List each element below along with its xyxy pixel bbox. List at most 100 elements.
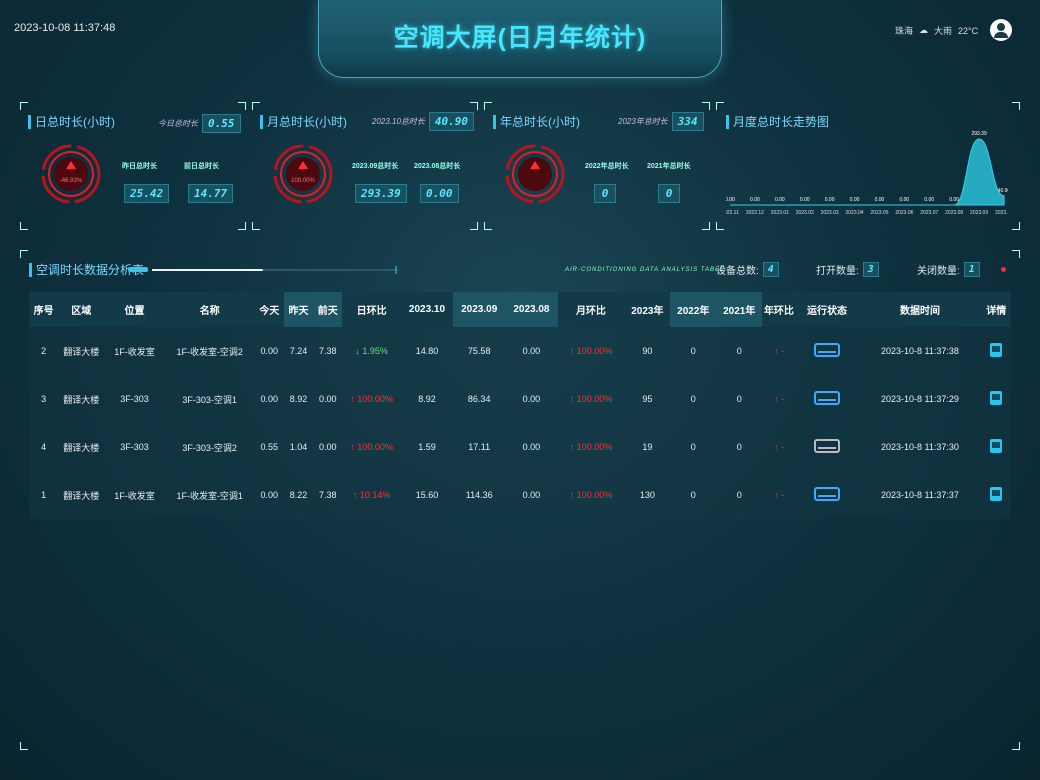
column-header: 详情 [981,292,1011,327]
table-cell: 14.80 [415,346,439,356]
table-cell: 3F-303-空调2 [182,442,237,453]
table-cell: 0.00 [318,442,337,452]
table-cell: 8.92 [289,394,308,404]
data-time-cell: 2023-10-8 11:37:38 [881,346,959,356]
column-header: 月环比 [557,292,625,327]
closed-count-label: 关闭数量: [917,266,960,277]
table-cell: 7.38 [318,346,337,356]
column-header: 2023.09 [453,292,506,327]
table-row: 2 翻译大楼 1F-收发室 1F-收发室-空调2 0.00 7.24 7.38 ↓ 1.95%… [29,327,1011,375]
detail-cell [982,375,1011,423]
year-prev1-label: 2022年总时长 [585,163,629,170]
open-count: 打开数量: 3 [816,262,879,277]
trend-x-tick-label: 2023.06 [895,210,913,216]
before-yesterday-value: 14.77 [188,184,234,203]
trend-value-label: 0.00 [924,197,934,203]
table-cell: 95 [642,394,653,404]
corner-decoration [252,222,260,230]
trend-chart: 0.00 2022.11 0.00 2022.12 0.00 2023.01 0.00 202… [726,131,1008,216]
table-cell: 0 [736,490,742,500]
corner-decoration [1012,222,1020,230]
yearly-ratio-cell: ↑ - [773,490,784,500]
year-prev2-value: 0 [658,184,680,203]
monthly-ratio-cell: ↑ 100.00% [569,394,613,404]
table-cell: 0 [690,442,696,452]
table-row: 4 翻译大楼 3F-303 3F-303-空调2 0.55 1.04 0.00 ↑ 100.0… [29,423,1011,471]
trend-value-label: 0.00 [949,197,959,203]
table-cell: 17.11 [468,442,491,452]
table-cell: 翻译大楼 [63,442,100,453]
trend-x-tick-label: 2023.07 [920,210,938,216]
table-row: 1 翻译大楼 1F-收发室 1F-收发室-空调1 0.00 8.22 7.38 ↑ 10.14… [29,471,1011,519]
year-gauge [505,144,565,204]
user-avatar-icon[interactable] [990,19,1012,41]
column-header: 序号 [29,292,59,327]
data-time-cell: 2023-10-8 11:37:29 [881,394,959,404]
month-current-value: 40.90 [428,112,475,131]
trend-x-tick-label: 2022.12 [746,210,764,216]
monthly-ratio-cell: ↑ 100.00% [569,490,613,500]
table-cell: 3F-303 [120,394,149,404]
table-cell: 0.00 [522,442,541,452]
table-cell: 3F-303 [120,442,149,452]
table-cell: 75.58 [467,346,491,356]
table-cell: 0.00 [260,346,278,356]
table-cell: 0.00 [318,394,337,404]
trend-value-label: 0.00 [800,197,810,203]
trend-x-tick-label: 2023.03 [821,210,839,216]
yearly-ratio-cell: ↑ - [773,394,784,404]
yesterday-label: 昨日总时长 [122,163,157,170]
table-cell: 15.60 [415,490,439,500]
table-cell: 0 [690,490,696,500]
month-prev1-label: 2023.09总时长 [352,163,399,170]
month-prev2-label: 2023.08总时长 [414,163,461,170]
table-cell: 4 [41,442,47,452]
table-cell: 1F-收发室 [114,490,155,501]
trend-x-tick-label: 2023.10 [995,210,1008,216]
year-current-total: 2023年总时长 334 [618,112,704,131]
run-status-cell [796,327,859,375]
month-prev1-value: 293.39 [355,184,407,203]
table-cell: 0.55 [260,442,278,452]
yesterday-value: 25.42 [124,184,170,203]
table-cell: 翻译大楼 [63,394,100,405]
table-cell: 1F-收发室-空调1 [176,490,243,501]
column-header: 位置 [104,292,165,327]
detail-icon[interactable] [990,487,1003,501]
detail-icon[interactable] [990,391,1003,405]
month-current-label: 2023.10总时长 [372,117,425,126]
open-count-value: 3 [862,262,879,277]
table-cell: 3F-303-空调1 [182,394,237,405]
monthly-ratio-cell: ↑ 100.00% [569,346,613,356]
table-cell: 114.36 [465,490,493,500]
corner-decoration [238,102,246,110]
corner-decoration [20,742,28,750]
table-cell: 7.24 [289,346,308,356]
table-cell: 1 [41,490,47,500]
device-total-label: 设备总数: [716,266,759,277]
table-cell: 2 [41,346,47,356]
device-total: 设备总数: 4 [716,262,779,277]
day-gauge: -46.93% [41,144,101,204]
monthly-ratio-cell: ↑ 100.00% [569,442,613,452]
corner-decoration [470,102,478,110]
detail-icon[interactable] [990,439,1003,453]
weather-label: 大雨 [934,26,953,36]
corner-decoration [20,250,28,258]
table-cell: 1.04 [289,442,308,452]
air-conditioner-icon [813,487,840,501]
before-yesterday-label: 前日总时长 [184,163,219,170]
table-cell: 翻译大楼 [63,346,100,357]
datetime-display: 2023-10-08 11:37:48 [14,22,116,34]
year-current-value: 334 [671,112,704,131]
daily-ratio-cell: ↑ 10.14% [352,490,391,500]
trend-x-tick-label: 2023.05 [870,210,888,216]
table-cell: 0.00 [522,490,541,500]
detail-icon[interactable] [990,343,1003,357]
trend-x-tick-label: 2023.04 [846,210,864,216]
analysis-table: 序号 区域 位置 名称 今天 昨天 前天 日环比 2023.10 2023.09 2023.08 月环… [29,292,1011,519]
trend-value-label: 0.00 [775,197,785,203]
air-conditioner-icon [813,343,840,357]
table-cell: 0.00 [260,394,278,404]
table-cell: 86.34 [467,394,491,404]
